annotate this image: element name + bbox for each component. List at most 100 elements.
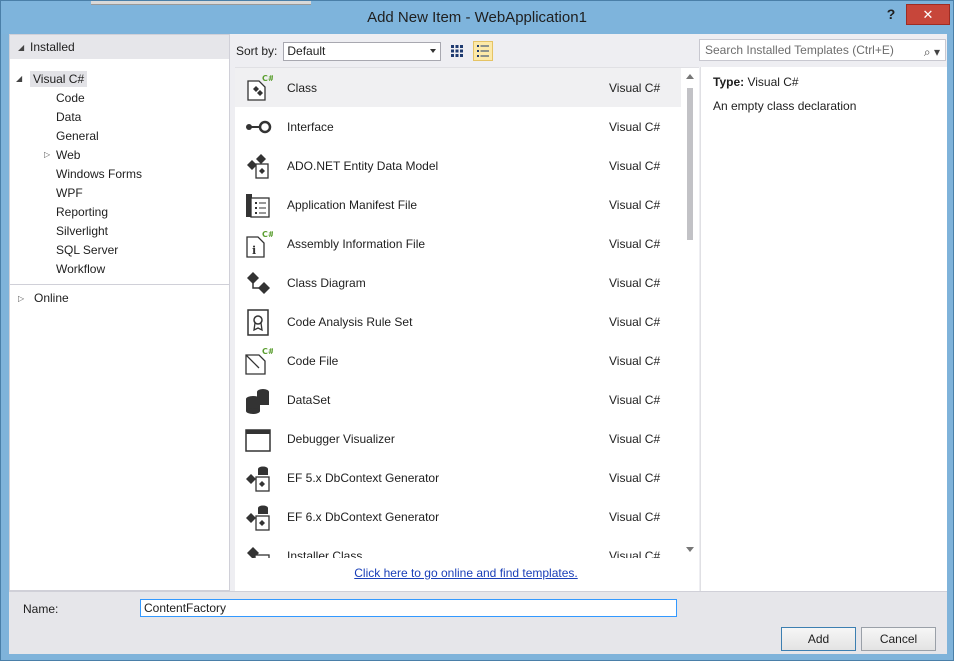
template-row-code-file[interactable]: C# Code File Visual C# (235, 341, 681, 380)
tree-node-label: Workflow (56, 261, 106, 276)
tree-node-sql-server[interactable]: SQL Server (10, 240, 229, 259)
dialog-client: ◢ Installed ◢ Visual C# Code Data Genera… (9, 34, 947, 654)
tree-node-windows-forms[interactable]: Windows Forms (10, 164, 229, 183)
template-row-application-manifest-file[interactable]: Application Manifest File Visual C# (235, 185, 681, 224)
template-row-code-analysis-rule-set[interactable]: Code Analysis Rule Set Visual C# (235, 302, 681, 341)
collapsed-triangle-icon: ▷ (18, 293, 25, 303)
scroll-up-arrow-icon[interactable] (686, 74, 694, 79)
template-language: Visual C# (609, 275, 661, 290)
template-row-debugger-visualizer[interactable]: Debugger Visualizer Visual C# (235, 419, 681, 458)
template-name: Interface (287, 119, 334, 134)
class-diagram-icon (247, 272, 270, 294)
svg-text:i: i (252, 244, 256, 257)
template-row-class[interactable]: C# Class Visual C# (235, 68, 681, 107)
list-toolbar: Sort by: Default (236, 40, 698, 62)
sort-by-dropdown[interactable]: Default (283, 41, 442, 61)
tree-node-data[interactable]: Data (10, 107, 229, 126)
template-row-class-diagram[interactable]: Class Diagram Visual C# (235, 263, 681, 302)
title-bar[interactable]: Add New Item - WebApplication1 ? ✕ (1, 1, 953, 34)
scrollbar-thumb[interactable] (687, 88, 693, 240)
online-header[interactable]: ▷ Online (10, 287, 229, 309)
tree-node-label: General (56, 128, 99, 143)
category-pane: ◢ Installed ◢ Visual C# Code Data Genera… (9, 34, 230, 591)
tree-node-label: Data (56, 109, 82, 124)
template-row-ef5-dbcontext-generator[interactable]: EF 5.x DbContext Generator Visual C# (235, 458, 681, 497)
expanded-triangle-icon: ◢ (18, 42, 25, 52)
installer-class-icon (247, 547, 270, 558)
tree-node-wpf[interactable]: WPF (10, 183, 229, 202)
template-language: Visual C# (609, 470, 661, 485)
cancel-button[interactable]: Cancel (861, 627, 936, 651)
list-view-button[interactable] (473, 41, 494, 61)
installed-header[interactable]: ◢ Installed (10, 35, 229, 59)
sort-by-value: Default (287, 43, 326, 58)
svg-text:C#: C# (262, 230, 273, 239)
template-row-interface[interactable]: Interface Visual C# (235, 107, 681, 146)
svg-text:C#: C# (262, 74, 273, 83)
template-list-scrollbar[interactable] (681, 68, 699, 558)
sort-by-label: Sort by: (236, 44, 278, 58)
template-name: EF 6.x DbContext Generator (287, 509, 440, 524)
template-details-pane: Type: Visual C# An empty class declarati… (700, 67, 947, 591)
add-button[interactable]: Add (781, 627, 856, 651)
grid-view-icon (451, 45, 464, 57)
type-label: Type: (713, 75, 745, 89)
divider (10, 284, 229, 285)
template-language: Visual C# (609, 392, 661, 407)
template-name: DataSet (287, 392, 331, 407)
tree-node-label: Visual C# (30, 70, 88, 87)
ef-generator-icon (246, 505, 270, 531)
tree-node-label: Windows Forms (56, 166, 143, 181)
template-row-dataset[interactable]: DataSet Visual C# (235, 380, 681, 419)
tree-node-label: Code (56, 90, 85, 105)
tree-node-visual-csharp[interactable]: ◢ Visual C# (10, 69, 229, 88)
template-row-ado-net-entity-data-model[interactable]: ADO.NET Entity Data Model Visual C# (235, 146, 681, 185)
tree-node-general[interactable]: General (10, 126, 229, 145)
dialog-footer: Name: ContentFactory Add Cancel (9, 591, 947, 654)
template-type-line: Type: Visual C# (713, 75, 935, 89)
template-language: Visual C# (609, 548, 661, 559)
type-value: Visual C# (747, 75, 799, 89)
tree-node-label: SQL Server (56, 242, 119, 257)
template-language: Visual C# (609, 509, 661, 524)
dialog-window: Add New Item - WebApplication1 ? ✕ ◢ Ins… (0, 0, 954, 661)
interface-icon (246, 120, 272, 134)
template-row-installer-class[interactable]: Installer Class Visual C# (235, 536, 681, 558)
tree-node-code[interactable]: Code (10, 88, 229, 107)
tree-node-label: Silverlight (56, 223, 109, 238)
dialog-title: Add New Item - WebApplication1 (367, 9, 587, 26)
tree-node-silverlight[interactable]: Silverlight (10, 221, 229, 240)
search-icon[interactable]: ⌕ ▾ (924, 42, 940, 62)
template-name: Class Diagram (287, 275, 366, 290)
svg-text:C#: C# (262, 347, 273, 356)
tree-node-workflow[interactable]: Workflow (10, 259, 229, 278)
search-placeholder: Search Installed Templates (Ctrl+E) (705, 43, 894, 57)
list-view-icon (477, 45, 490, 57)
online-label: Online (34, 291, 69, 305)
template-name: Installer Class (287, 548, 363, 559)
tree-node-reporting[interactable]: Reporting (10, 202, 229, 221)
help-button[interactable]: ? (881, 5, 901, 25)
template-name: Code Analysis Rule Set (287, 314, 413, 329)
search-templates-input[interactable]: Search Installed Templates (Ctrl+E) ⌕ ▾ (699, 39, 946, 61)
template-row-ef6-dbcontext-generator[interactable]: EF 6.x DbContext Generator Visual C# (235, 497, 681, 536)
installed-label: Installed (30, 40, 75, 54)
template-description: An empty class declaration (713, 99, 857, 113)
template-row-assembly-information-file[interactable]: i C# Assembly Information File Visual C# (235, 224, 681, 263)
code-file-icon: C# (245, 347, 273, 375)
scroll-down-arrow-icon[interactable] (686, 547, 694, 552)
find-templates-online-link[interactable]: Click here to go online and find templat… (235, 566, 697, 580)
close-button[interactable]: ✕ (906, 4, 950, 25)
template-name: Debugger Visualizer (287, 431, 395, 446)
background-app-strip (91, 1, 311, 5)
rule-set-icon (247, 309, 269, 336)
collapsed-triangle-icon[interactable]: ▷ (44, 150, 50, 159)
template-language: Visual C# (609, 119, 661, 134)
tree-node-web[interactable]: ▷ Web (10, 145, 229, 164)
grid-view-button[interactable] (447, 41, 467, 61)
item-name-field[interactable]: ContentFactory (140, 599, 677, 617)
tree-node-label: Reporting (56, 204, 109, 219)
manifest-icon (246, 194, 270, 218)
assembly-info-icon: i C# (246, 230, 273, 258)
tree-node-label: WPF (56, 185, 83, 200)
